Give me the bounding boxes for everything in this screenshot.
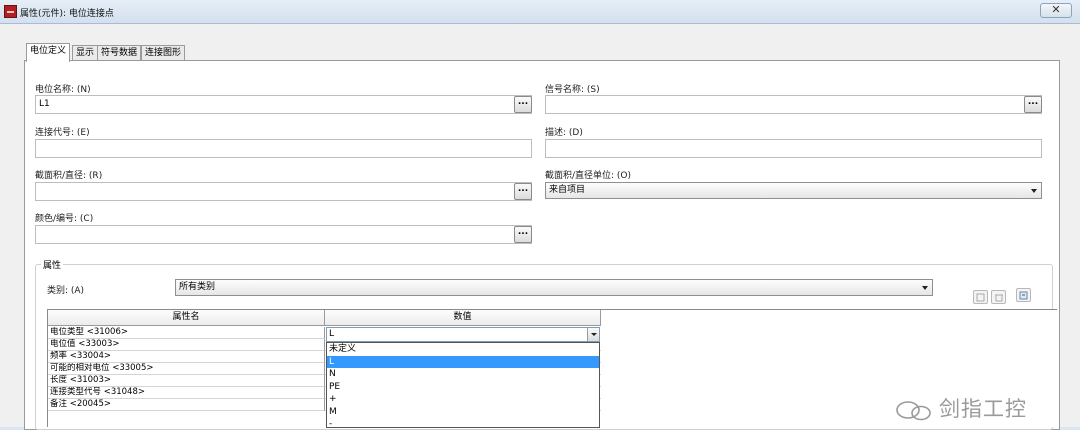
cross-section-unit-select[interactable]: 来自项目 [545,182,1042,199]
watermark: 剑指工控 [895,394,1055,424]
grid-header-name: 属性名 [48,310,325,326]
signal-name-input[interactable] [545,95,1042,114]
cross-section-input[interactable] [35,182,532,201]
chevron-down-icon [1031,189,1037,193]
close-button[interactable]: ✕ [1040,3,1072,18]
dropdown-option[interactable]: PE [327,381,599,394]
table-row[interactable]: 连接类型代号 <31048> [48,387,325,399]
dropdown-option[interactable]: M [327,406,599,419]
app-icon [4,5,17,18]
export-property-button[interactable] [1016,288,1031,302]
potential-name-input[interactable]: L1 [35,95,532,114]
tab-display[interactable]: 显示 [72,45,99,61]
description-input[interactable] [545,139,1042,158]
tab-connection-graphics[interactable]: 连接图形 [141,45,186,61]
wechat-icon [896,401,931,421]
cross-section-unit-value: 来自项目 [549,185,586,195]
delete-property-button[interactable] [991,290,1006,304]
potential-name-browse-button[interactable]: ... [514,96,532,113]
properties-group-title: 属性 [41,258,64,271]
table-row[interactable]: 频率 <33004> [48,351,325,363]
description-label: 描述: (D) [545,128,583,138]
grid-header-value: 数值 [325,310,601,326]
watermark-text: 剑指工控 [939,397,1027,421]
color-number-browse-button[interactable]: ... [514,226,532,243]
chevron-down-icon [922,286,928,290]
signal-name-label: 信号名称: (S) [545,85,600,95]
category-select[interactable]: 所有类别 [175,279,933,296]
dropdown-option-selected[interactable]: L [327,355,599,368]
dropdown-option[interactable]: + [327,393,599,406]
connection-code-input[interactable] [35,139,532,158]
color-number-input[interactable] [35,225,532,244]
table-row[interactable]: 可能的相对电位 <33005> [48,363,325,375]
dropdown-option[interactable]: 未定义 [327,343,599,356]
chevron-down-icon[interactable] [587,328,599,341]
potential-type-value: L [329,329,335,339]
potential-type-dropdown-list: 未定义 L N PE + M - [326,342,600,428]
new-property-button[interactable] [973,290,988,304]
table-row[interactable]: 长度 <31003> [48,375,325,387]
new-icon [976,293,985,302]
title-bar: 属性(元件): 电位连接点 ✕ [0,0,1080,24]
dialog-body: 电位定义 显示 符号数据 连接图形 电位名称: (N) L1 ... 信号名称:… [0,24,1080,430]
table-row[interactable]: 电位类型 <31006> [48,327,325,339]
delete-icon [995,294,1003,302]
category-value: 所有类别 [179,282,216,292]
potential-type-value-select[interactable]: L [326,327,600,342]
table-row[interactable]: 电位值 <33003> [48,339,325,351]
category-label: 类别: (A) [47,286,85,296]
table-row[interactable]: 备注 <20045> [48,399,325,411]
tab-symbol-data[interactable]: 符号数据 [97,45,142,61]
color-number-label: 颜色/编号: (C) [35,214,94,224]
tab-potential-definition[interactable]: 电位定义 [26,43,71,62]
cross-section-label: 截面积/直径: (R) [35,171,103,181]
connection-code-label: 连接代号: (E) [35,128,90,138]
dropdown-option[interactable]: N [327,368,599,381]
potential-name-label: 电位名称: (N) [35,85,91,95]
window-title: 属性(元件): 电位连接点 [20,9,114,19]
cross-section-unit-label: 截面积/直径单位: (O) [545,171,632,181]
export-icon [1019,291,1028,300]
cross-section-browse-button[interactable]: ... [514,183,532,200]
signal-name-browse-button[interactable]: ... [1024,96,1042,113]
